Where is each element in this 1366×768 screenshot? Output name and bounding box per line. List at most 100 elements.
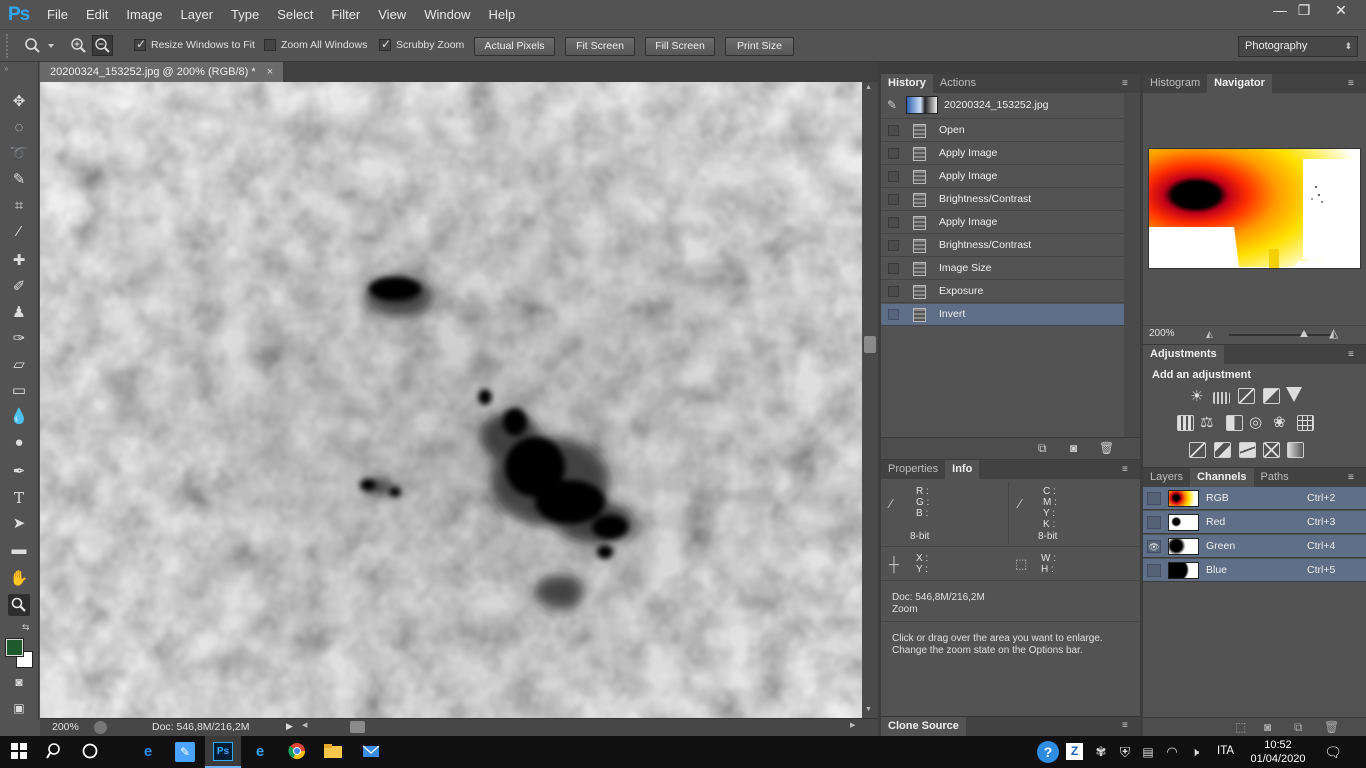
help-tray-icon[interactable]: ? [1037,741,1059,763]
tab-layers[interactable]: Layers [1143,468,1190,487]
navigator-zoom-slider[interactable] [1229,330,1333,337]
channel-row-red[interactable]: Red Ctrl+3 [1143,511,1366,534]
photoshop-taskbar-button[interactable]: Ps [205,736,241,768]
print-size-button[interactable]: Print Size [725,37,794,56]
preset-dropdown-icon[interactable] [48,44,54,48]
history-step[interactable]: Exposure [881,281,1124,303]
history-snapshot[interactable]: ✎ 20200324_153252.jpg [881,93,1124,119]
rectangle-tool-icon[interactable]: ▬ [8,539,30,561]
adjustments-panel-menu-icon[interactable]: ≡ [1348,349,1354,360]
menu-view[interactable]: View [369,0,415,29]
chrome-icon[interactable] [287,742,307,762]
selective-color-icon[interactable] [1263,442,1280,458]
exposure-icon[interactable] [1263,388,1280,404]
menu-layer[interactable]: Layer [172,0,223,29]
fit-screen-button[interactable]: Fit Screen [565,37,635,56]
close-document-icon[interactable]: × [267,66,273,78]
history-source-checkbox[interactable] [888,217,899,228]
language-indicator[interactable]: ITA [1217,745,1234,757]
history-step[interactable]: Brightness/Contrast [881,235,1124,257]
menu-select[interactable]: Select [268,0,322,29]
marquee-tool-icon[interactable]: ◌ [8,117,30,139]
resize-windows-checkbox[interactable] [134,37,146,51]
channel-row-rgb[interactable]: RGB Ctrl+2 [1143,487,1366,510]
history-source-checkbox[interactable] [888,263,899,274]
vertical-scroll-thumb[interactable] [864,336,876,353]
quick-select-tool-icon[interactable]: ✎ [8,169,30,191]
scroll-right-icon[interactable]: ▶ [850,721,855,729]
clock[interactable]: 10:52 01/04/2020 [1247,738,1309,766]
navigator-preview[interactable] [1148,148,1361,269]
path-selection-tool-icon[interactable]: ➤ [8,513,30,535]
history-step[interactable]: Apply Image [881,212,1124,234]
new-document-from-state-icon[interactable]: ⧉ [1038,441,1047,456]
healing-brush-tool-icon[interactable]: ✚ [8,250,30,272]
volume-muted-icon[interactable]: 🕨 [1185,742,1205,762]
tab-navigator[interactable]: Navigator [1207,74,1272,93]
history-brush-tool-icon[interactable]: ✑ [8,328,30,350]
lasso-tool-icon[interactable]: ➰ [8,143,30,165]
zoom-tool-icon[interactable] [8,594,30,616]
channels-panel-menu-icon[interactable]: ≡ [1348,472,1354,483]
channel-row-green[interactable]: 👁 Green Ctrl+4 [1143,535,1366,558]
pen-tool-icon[interactable]: ✒ [8,461,30,483]
zoom-out-icon[interactable] [92,35,113,56]
internet-explorer-icon[interactable]: e [250,742,270,762]
hue-saturation-icon[interactable] [1177,415,1194,431]
file-explorer-icon[interactable] [323,742,343,762]
gradient-map-icon[interactable] [1287,442,1304,458]
invert-icon[interactable] [1189,442,1206,458]
eyedropper-tool-icon[interactable]: ⁄ [8,221,30,243]
curves-icon[interactable] [1238,388,1255,404]
tab-paths[interactable]: Paths [1254,468,1296,487]
history-step-selected[interactable]: Invert [881,304,1124,326]
type-tool-icon[interactable]: T [8,487,30,509]
navigator-panel-menu-icon[interactable]: ≡ [1348,78,1354,89]
load-selection-icon[interactable]: ⬚ [1235,720,1246,734]
close-button[interactable]: ✕ [1316,0,1366,22]
history-scrollbar[interactable] [1124,93,1140,437]
eraser-tool-icon[interactable]: ▱ [8,354,30,376]
brush-tool-icon[interactable]: ✐ [8,276,30,298]
history-source-checkbox[interactable] [888,309,899,320]
visibility-toggle[interactable] [1147,516,1161,529]
history-step[interactable]: Apply Image [881,143,1124,165]
task-view-icon[interactable] [80,742,100,762]
clone-source-menu-icon[interactable]: ≡ [1122,720,1128,731]
visibility-toggle[interactable] [1147,564,1161,577]
vibrance-icon[interactable] [1286,387,1302,402]
crop-tool-icon[interactable]: ⌗ [8,195,30,217]
sync-tray-icon[interactable]: ✾ [1091,742,1111,762]
actual-pixels-button[interactable]: Actual Pixels [474,37,555,56]
channel-mixer-icon[interactable]: ❀ [1273,413,1286,431]
screen-mode-icon[interactable]: ▣ [8,697,30,719]
camera-snapshot-icon[interactable]: ◙ [1070,441,1077,455]
menu-image[interactable]: Image [117,0,171,29]
posterize-icon[interactable] [1214,442,1231,458]
zoom-in-mountain-icon[interactable]: ◭ [1329,326,1338,340]
hand-tool-icon[interactable]: ✋ [8,568,30,590]
history-source-checkbox[interactable] [888,171,899,182]
tab-actions[interactable]: Actions [933,74,983,93]
brightness-contrast-icon[interactable]: ☀ [1190,387,1203,405]
visibility-toggle[interactable]: 👁 [1147,540,1161,553]
zoom-out-mountain-icon[interactable]: ◭ [1206,329,1213,340]
quick-mask-icon[interactable]: ◙ [8,671,30,693]
move-tool-icon[interactable]: ✥ [8,91,30,113]
toolbar-collapse-icon[interactable]: » [4,64,8,73]
history-step[interactable]: Open [881,120,1124,142]
document-tab[interactable]: 20200324_153252.jpg @ 200% (RGB/8) * × [40,62,284,82]
zoom-all-checkbox[interactable] [264,39,276,51]
history-step[interactable]: Image Size [881,258,1124,280]
options-grip[interactable] [6,34,12,58]
color-balance-icon[interactable]: ⚖ [1200,413,1213,431]
status-menu-arrow-icon[interactable]: ▶ [286,721,293,732]
foreground-color-swatch[interactable] [5,638,24,657]
navigator-zoom-value[interactable]: 200% [1149,328,1175,339]
workspace-select[interactable]: Photography ⬍ [1238,36,1358,57]
tab-properties[interactable]: Properties [881,460,945,479]
levels-icon[interactable] [1213,392,1230,404]
visibility-toggle[interactable] [1147,492,1161,505]
threshold-icon[interactable] [1239,442,1256,458]
network-icon[interactable]: ▤ [1138,742,1158,762]
